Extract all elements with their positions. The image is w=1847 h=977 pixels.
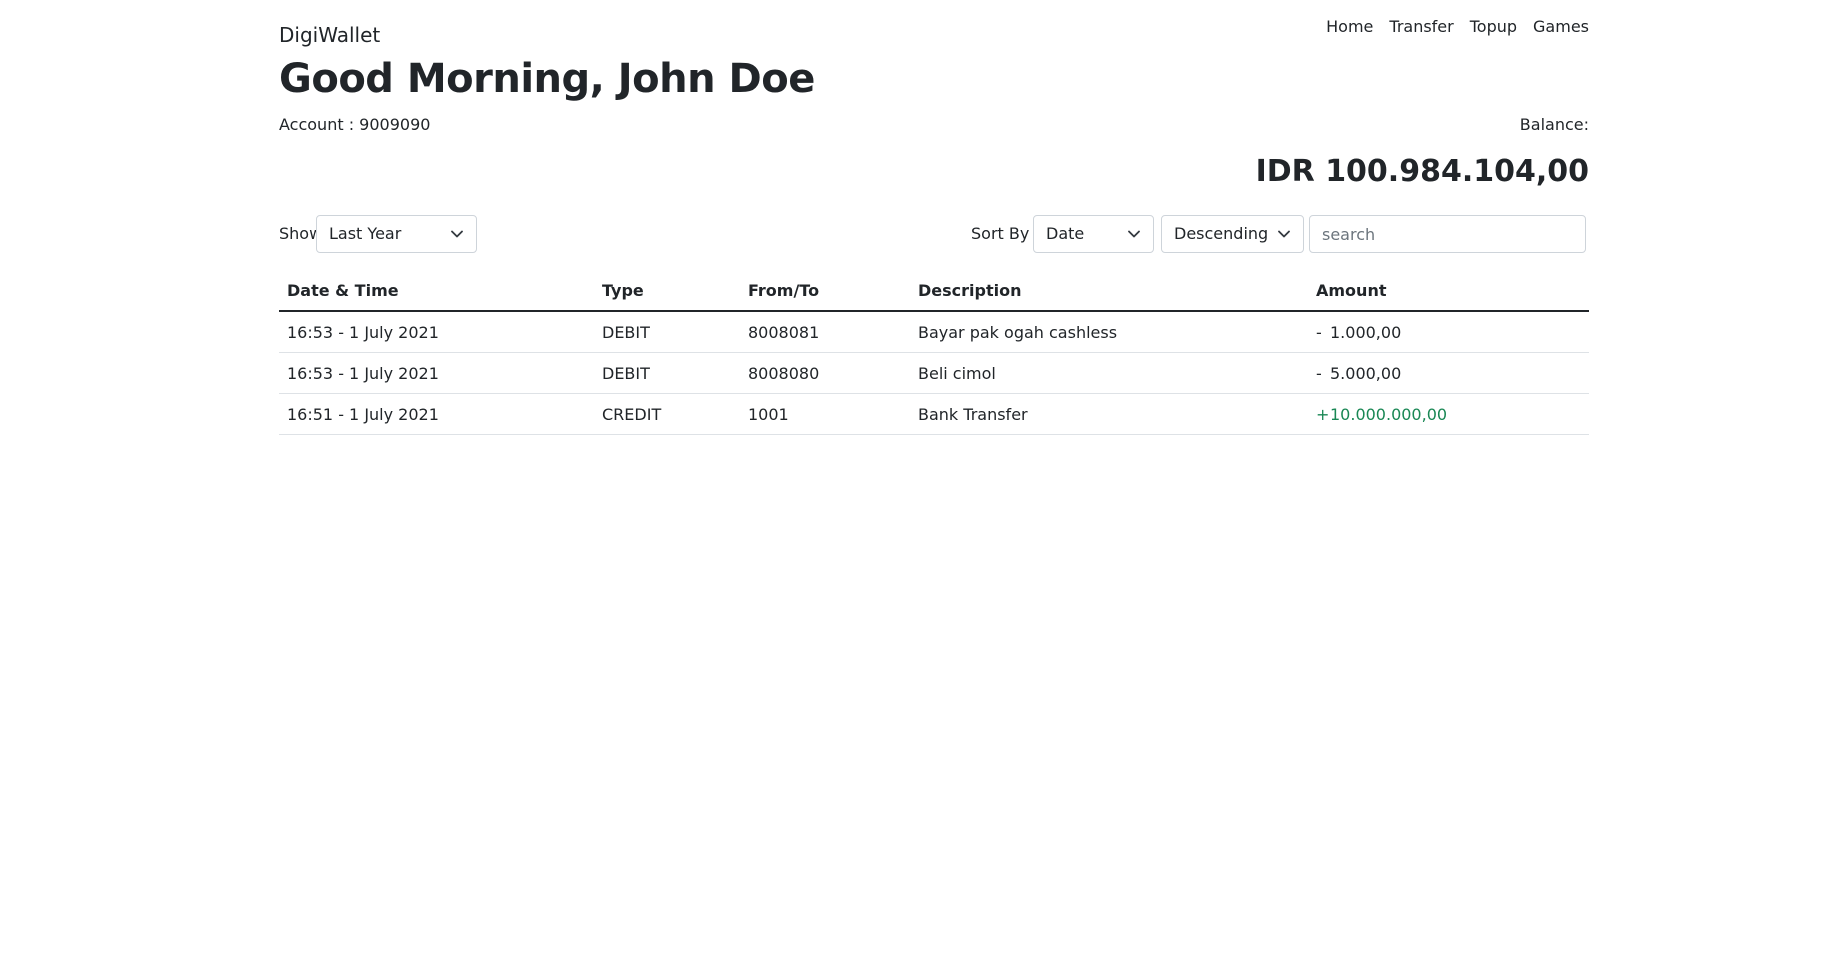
cell-datetime: 16:53 - 1 July 2021 <box>279 311 594 353</box>
chevron-down-icon <box>1277 216 1291 252</box>
balance-value: IDR 100.984.104,00 <box>1255 154 1589 189</box>
chevron-down-icon <box>450 216 464 252</box>
cell-description: Beli cimol <box>910 352 1308 394</box>
transactions-table: Date & Time Type From/To Description Amo… <box>279 270 1589 435</box>
brand-name[interactable]: DigiWallet <box>279 22 380 48</box>
sort-field-value: Date <box>1046 224 1085 243</box>
sort-order-value: Descending <box>1174 224 1269 243</box>
column-header-type[interactable]: Type <box>594 270 740 312</box>
nav-transfer-link[interactable]: Transfer <box>1389 16 1453 38</box>
balance-label: Balance: <box>1519 115 1589 134</box>
amount-sign: - <box>1316 363 1322 383</box>
cell-datetime: 16:53 - 1 July 2021 <box>279 352 594 394</box>
table-row[interactable]: 16:53 - 1 July 2021 DEBIT 8008080 Beli c… <box>279 352 1589 394</box>
amount-sign: - <box>1316 322 1322 342</box>
cell-from-to: 8008081 <box>740 311 910 353</box>
cell-type: DEBIT <box>594 311 740 353</box>
column-header-amount[interactable]: Amount <box>1308 270 1589 312</box>
nav-home-link[interactable]: Home <box>1326 16 1373 38</box>
show-period-select[interactable]: Last Year <box>316 215 477 253</box>
amount-value: 1.000,00 <box>1330 322 1402 342</box>
column-header-from-to[interactable]: From/To <box>740 270 910 312</box>
main-nav: Home Transfer Topup Games <box>1326 16 1589 38</box>
cell-description: Bayar pak ogah cashless <box>910 311 1308 353</box>
chevron-down-icon <box>1127 216 1141 252</box>
nav-topup-link[interactable]: Topup <box>1470 16 1517 38</box>
column-header-datetime[interactable]: Date & Time <box>279 270 594 312</box>
column-header-description[interactable]: Description <box>910 270 1308 312</box>
cell-datetime: 16:51 - 1 July 2021 <box>279 393 594 435</box>
sort-order-select[interactable]: Descending <box>1161 215 1304 253</box>
amount-sign: + <box>1316 404 1330 424</box>
cell-from-to: 1001 <box>740 393 910 435</box>
nav-games-link[interactable]: Games <box>1533 16 1589 38</box>
table-row[interactable]: 16:51 - 1 July 2021 CREDIT 1001 Bank Tra… <box>279 393 1589 435</box>
sort-field-select[interactable]: Date <box>1033 215 1154 253</box>
sort-by-label: Sort By <box>971 224 1030 243</box>
greeting-title: Good Morning, John Doe <box>279 56 815 102</box>
cell-amount: -5.000,00 <box>1308 352 1589 394</box>
cell-amount: -1.000,00 <box>1308 311 1589 353</box>
cell-type: CREDIT <box>594 393 740 435</box>
cell-amount: +10.000.000,00 <box>1308 393 1589 435</box>
search-input[interactable] <box>1309 215 1586 253</box>
show-period-value: Last Year <box>329 224 402 243</box>
cell-type: DEBIT <box>594 352 740 394</box>
account-number: Account : 9009090 <box>279 115 431 134</box>
amount-value: 5.000,00 <box>1330 363 1402 383</box>
cell-from-to: 8008080 <box>740 352 910 394</box>
amount-value: 10.000.000,00 <box>1330 404 1448 424</box>
table-row[interactable]: 16:53 - 1 July 2021 DEBIT 8008081 Bayar … <box>279 311 1589 353</box>
cell-description: Bank Transfer <box>910 393 1308 435</box>
filter-bar: Show Last Year Sort By Date Descending <box>279 215 1589 253</box>
table-header-row: Date & Time Type From/To Description Amo… <box>279 270 1589 312</box>
